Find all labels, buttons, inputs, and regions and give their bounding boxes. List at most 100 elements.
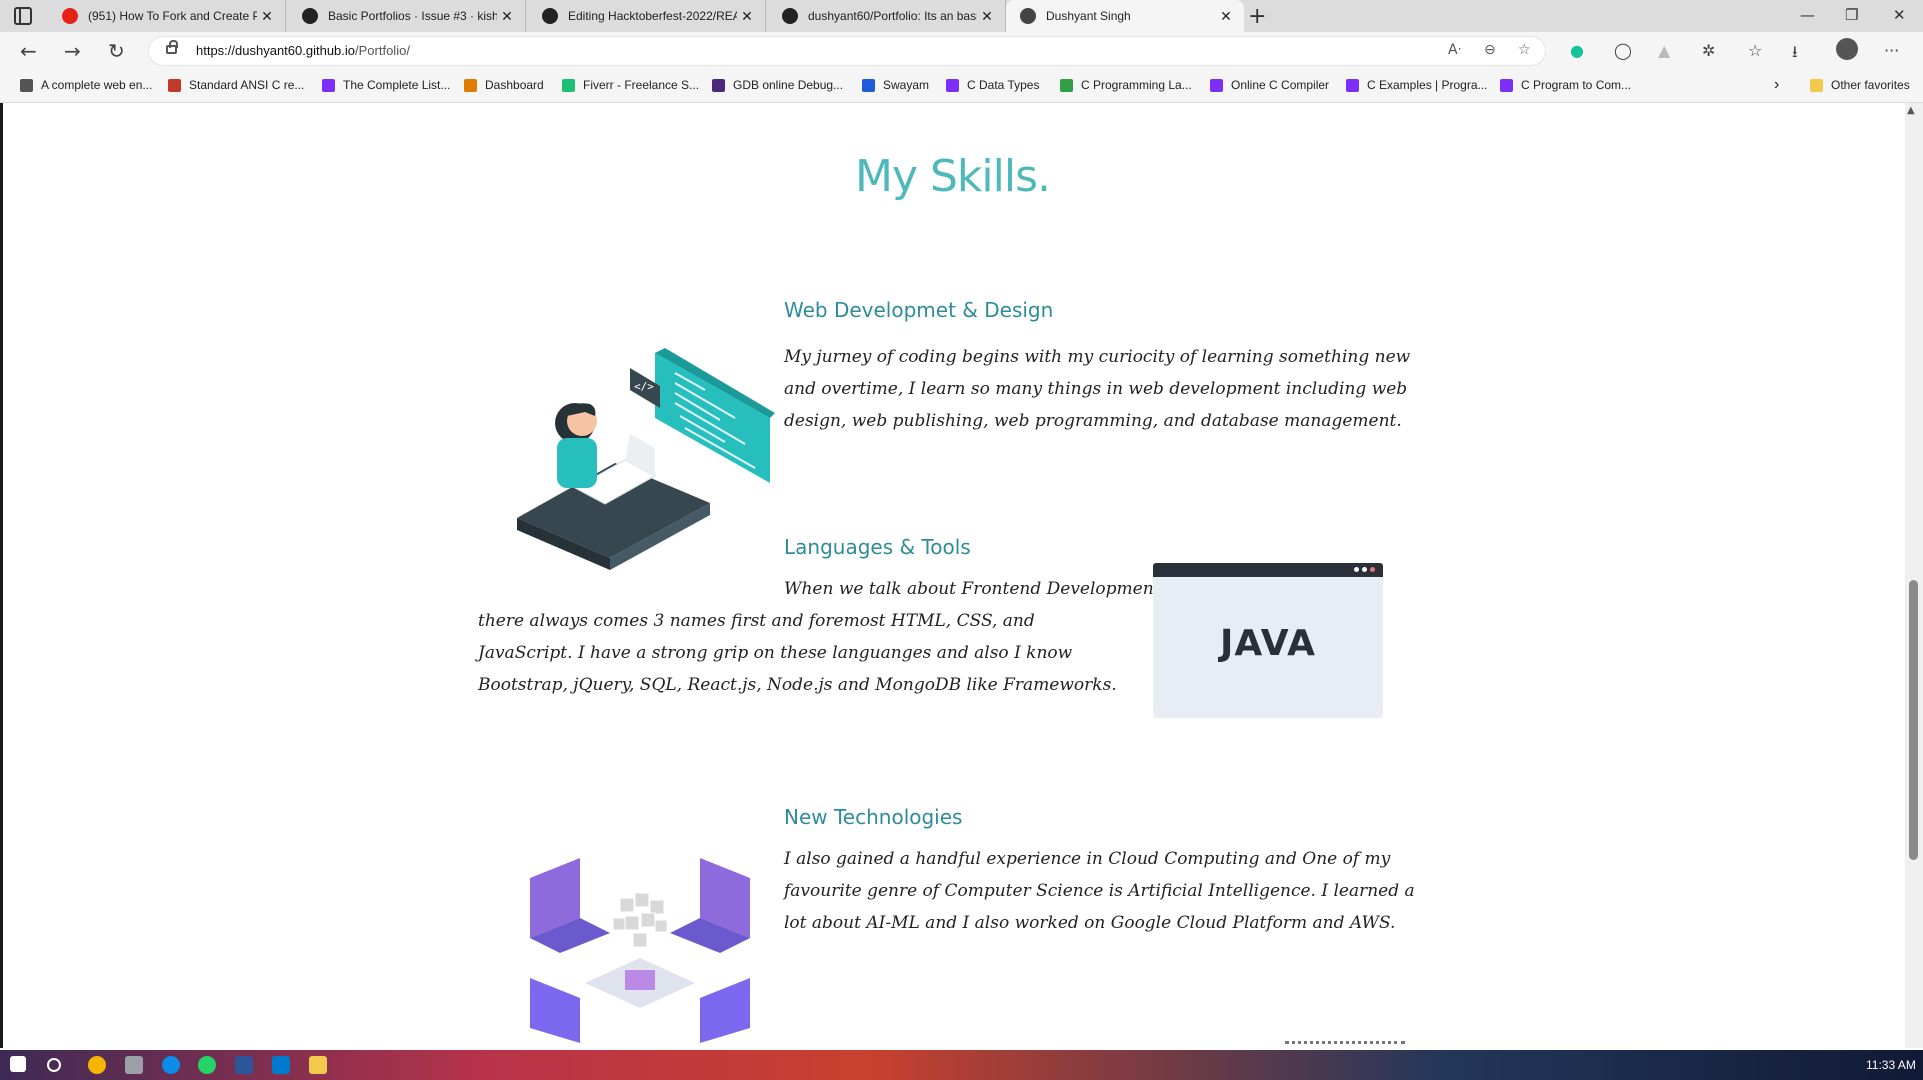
browser-tab[interactable]: Basic Portfolios · Issue #3 · kishan ✕: [288, 0, 526, 32]
section-heading-web-dev: Web Developmet & Design: [784, 298, 1054, 322]
bookmark-label: GDB online Debug...: [733, 78, 844, 92]
bookmark-favicon-icon: [562, 78, 575, 92]
edge-icon[interactable]: [162, 1056, 180, 1074]
close-tab-icon[interactable]: ✕: [737, 8, 757, 25]
github-icon: [542, 8, 558, 24]
github-icon: [302, 8, 318, 24]
address-bar[interactable]: https://dushyant60.github.io/Portfolio/ …: [148, 36, 1546, 66]
bookmarks-overflow-icon[interactable]: ›: [1774, 76, 1779, 94]
scrollbar[interactable]: [1905, 103, 1923, 1048]
extension-a-icon[interactable]: ▲: [1658, 41, 1670, 60]
file-explorer-icon[interactable]: [309, 1056, 327, 1074]
navigation-bar: ← → ↻ https://dushyant60.github.io/Portf…: [0, 32, 1923, 70]
ai-cubes-icon: [612, 892, 668, 948]
other-favorites[interactable]: Other favorites: [1810, 78, 1910, 92]
bookmark-item[interactable]: C Examples | Progra...: [1346, 78, 1488, 92]
app-icon[interactable]: [125, 1056, 143, 1074]
browser-tab[interactable]: dushyant60/Portfolio: Its an basic ✕: [768, 0, 1006, 32]
tab-actions-icon[interactable]: [14, 7, 32, 25]
close-tab-icon[interactable]: ✕: [257, 8, 277, 25]
search-icon[interactable]: [47, 1058, 61, 1072]
bookmark-favicon-icon: [862, 78, 875, 92]
read-aloud-icon[interactable]: Aᐧ: [1448, 42, 1461, 58]
browser-tab[interactable]: Editing Hacktoberfest-2022/READ ✕: [528, 0, 766, 32]
code-window-icon: [655, 353, 770, 483]
bookmark-favicon-icon: [1060, 78, 1073, 92]
bookmark-item[interactable]: C Data Types: [946, 78, 1039, 92]
new-tab-button[interactable]: +: [1248, 4, 1266, 29]
tab-strip: (951) How To Fork and Create Pu ✕ Basic Po…: [0, 0, 1923, 32]
bookmarks-bar: A complete web en... Standard ANSI C re..…: [0, 70, 1923, 103]
bookmark-item[interactable]: A complete web en...: [20, 78, 152, 92]
chip-icon: [625, 970, 655, 990]
taskbar: 11:33 AM: [0, 1050, 1923, 1080]
chrome-icon[interactable]: [88, 1056, 106, 1074]
bookmark-label: Standard ANSI C re...: [189, 78, 305, 92]
restore-button[interactable]: ❐: [1845, 6, 1858, 24]
profile-avatar[interactable]: [1836, 38, 1858, 60]
bookmark-favicon-icon: [712, 78, 725, 92]
bookmark-favicon-icon: [946, 78, 959, 92]
bookmark-label: Online C Compiler: [1231, 78, 1330, 92]
browser-tab[interactable]: Dushyant Singh ✕: [1006, 0, 1244, 32]
section-text-languages: there always comes 3 names first and for…: [478, 611, 1117, 695]
folder-icon: [1810, 78, 1823, 92]
browser-tab[interactable]: (951) How To Fork and Create Pu ✕: [48, 0, 286, 32]
forward-button[interactable]: →: [64, 39, 81, 63]
whatsapp-icon[interactable]: [198, 1056, 216, 1074]
bookmark-item[interactable]: Online C Compiler: [1210, 78, 1329, 92]
zoom-icon[interactable]: ⊖: [1484, 42, 1496, 58]
java-card: JAVA: [1153, 563, 1383, 718]
bookmark-item[interactable]: Swayam: [862, 78, 929, 92]
ai-technology-illustration: [530, 858, 750, 1043]
url-text[interactable]: https://dushyant60.github.io/Portfolio/: [196, 43, 410, 58]
tab-title: (951) How To Fork and Create Pu: [88, 9, 257, 23]
close-tab-icon[interactable]: ✕: [1216, 8, 1236, 25]
bookmark-favicon-icon: [464, 78, 477, 92]
tab-title: Dushyant Singh: [1046, 9, 1131, 23]
close-window-button[interactable]: ✕: [1893, 6, 1906, 24]
add-favorite-icon[interactable]: ☆: [1518, 42, 1531, 58]
tab-title: dushyant60/Portfolio: Its an basic: [808, 9, 977, 23]
page-edge: [0, 103, 3, 1048]
section-heading-new-tech: New Technologies: [784, 805, 963, 829]
extensions-icon[interactable]: ✲: [1702, 41, 1715, 60]
close-tab-icon[interactable]: ✕: [497, 8, 517, 25]
bookmark-item[interactable]: GDB online Debug...: [712, 78, 843, 92]
favorites-icon[interactable]: ☆: [1748, 41, 1762, 60]
word-icon[interactable]: [235, 1056, 253, 1074]
bookmark-item[interactable]: C Program to Com...: [1500, 78, 1631, 92]
page-title: My Skills.: [855, 151, 1051, 202]
tab-title: Basic Portfolios · Issue #3 · kishan: [328, 9, 497, 23]
windows-start-icon[interactable]: [10, 1056, 26, 1072]
section-text-new-tech: I also gained a handful experience in Cl…: [784, 849, 1415, 933]
refresh-button[interactable]: ↻: [108, 39, 125, 63]
github-icon: [782, 8, 798, 24]
bookmark-item[interactable]: The Complete List...: [322, 78, 450, 92]
vscode-icon[interactable]: [272, 1056, 290, 1074]
section-text-web-dev: My jurney of coding begins with my curio…: [784, 347, 1411, 431]
back-button[interactable]: ←: [20, 39, 37, 63]
extension-icon[interactable]: ◯: [1614, 41, 1632, 60]
bookmark-label: The Complete List...: [343, 78, 451, 92]
minimize-button[interactable]: —: [1800, 6, 1815, 24]
bookmark-item[interactable]: Dashboard: [464, 78, 544, 92]
scrollbar-thumb[interactable]: [1909, 580, 1918, 860]
scroll-up-icon[interactable]: ▲: [1907, 105, 1915, 116]
more-menu-icon[interactable]: ···: [1884, 41, 1899, 60]
bookmark-label: C Programming La...: [1081, 78, 1192, 92]
url-host: https://dushyant60.github.io: [196, 43, 356, 58]
grammarly-icon[interactable]: ●: [1570, 41, 1584, 60]
bookmark-favicon-icon: [168, 78, 181, 92]
bookmark-item[interactable]: Fiverr - Freelance S...: [562, 78, 699, 92]
java-card-label: JAVA: [1219, 623, 1317, 664]
bookmark-favicon-icon: [1346, 78, 1359, 92]
page-icon: [1020, 8, 1036, 24]
bookmark-item[interactable]: C Programming La...: [1060, 78, 1192, 92]
close-tab-icon[interactable]: ✕: [977, 8, 997, 25]
bookmark-label: C Examples | Progra...: [1367, 78, 1488, 92]
downloads-icon[interactable]: ⭳: [1792, 41, 1798, 68]
bookmark-item[interactable]: Standard ANSI C re...: [168, 78, 304, 92]
bookmark-label: A complete web en...: [41, 78, 153, 92]
section-heading-languages: Languages & Tools: [784, 535, 971, 559]
